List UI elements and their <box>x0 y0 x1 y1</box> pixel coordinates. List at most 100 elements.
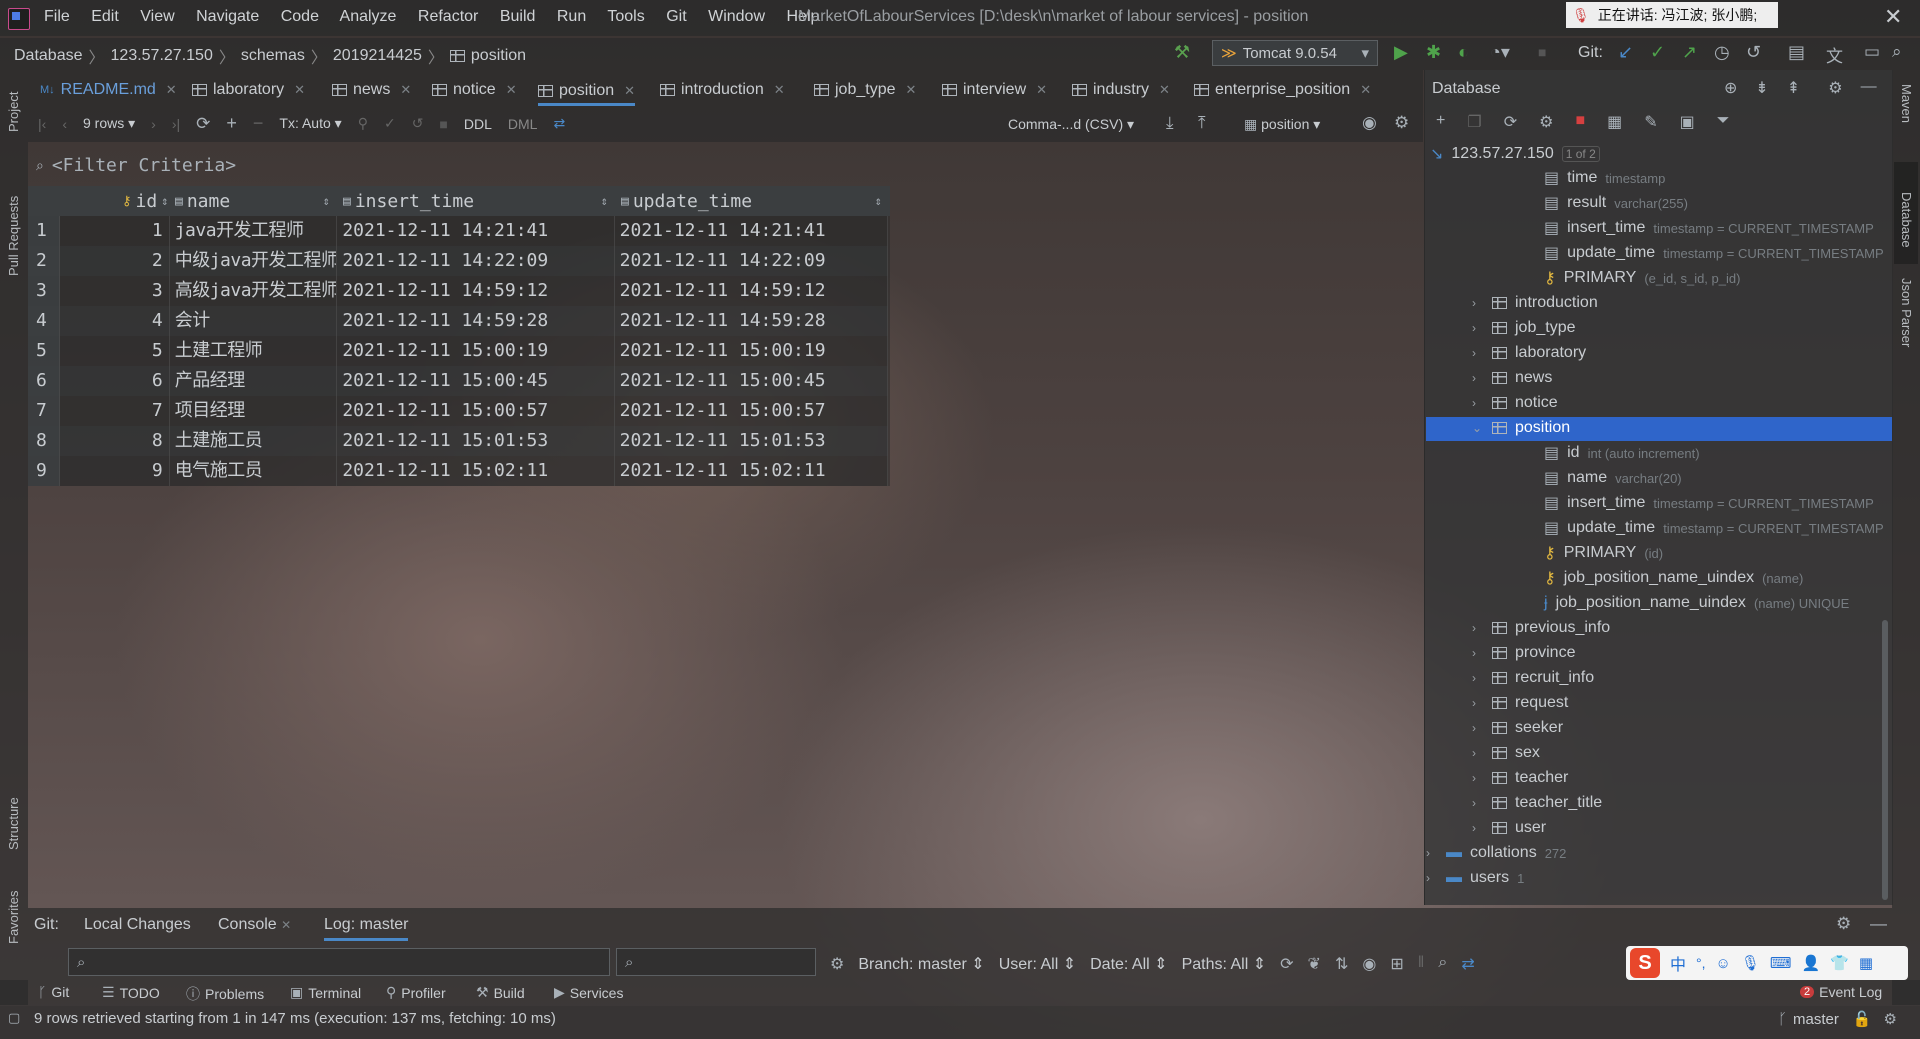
menu-window[interactable]: Window <box>708 8 765 25</box>
tree-item-laboratory[interactable]: › laboratory <box>1472 341 1594 365</box>
chevron-right-icon[interactable]: › <box>1426 871 1438 885</box>
sort-icon[interactable]: ⇕ <box>161 194 168 208</box>
add-datasource-icon[interactable]: + <box>1436 112 1445 132</box>
tab-industry[interactable]: industry ✕ <box>1072 79 1170 101</box>
database-tool-tab[interactable]: Database <box>1899 192 1914 248</box>
tab-enterprise-position[interactable]: enterprise_position ✕ <box>1194 79 1371 101</box>
close-icon[interactable]: ✕ <box>506 82 517 98</box>
tab-introduction[interactable]: introduction ✕ <box>660 79 785 101</box>
chevron-right-icon[interactable]: › <box>1472 621 1484 635</box>
close-icon[interactable]: ✕ <box>906 82 917 98</box>
tree-item-collations[interactable]: › ▬ collations 272 <box>1426 841 1566 865</box>
expand-all-icon[interactable]: ⇟ <box>1755 78 1768 98</box>
refresh-icon[interactable]: ⟳ <box>1504 112 1517 132</box>
cell-update-time[interactable]: 2021-12-11 15:02:11 <box>615 456 888 486</box>
git-search-input[interactable]: ⌕ <box>68 948 610 976</box>
tree-item-notice[interactable]: › notice <box>1472 391 1566 415</box>
refresh-icon[interactable]: ⟳ <box>196 114 210 134</box>
project-tool-tab[interactable]: Project <box>6 92 21 132</box>
status-git-branch[interactable]: ᚴ master 🔓 ⚙ <box>1778 1010 1897 1029</box>
user-icon[interactable]: 👤 <box>1802 954 1821 972</box>
date-filter[interactable]: Date: All ⇕ <box>1090 954 1167 974</box>
close-icon[interactable]: ✕ <box>1159 82 1170 98</box>
tool-button-services[interactable]: ▶ Services <box>554 984 623 1001</box>
next-page-icon[interactable]: › <box>151 116 156 132</box>
close-icon[interactable]: ✕ <box>281 918 291 932</box>
breadcrumb-host[interactable]: 123.57.27.150 <box>111 47 213 65</box>
git-history-icon[interactable]: ◷ <box>1714 42 1730 63</box>
build-hammer-icon[interactable]: ⚒ <box>1174 42 1190 63</box>
menu-navigate[interactable]: Navigate <box>196 8 259 25</box>
properties-icon[interactable]: ⚙ <box>1539 112 1553 132</box>
run-config-selector[interactable]: ≫ Tomcat 9.0.54 ▾ <box>1212 40 1378 66</box>
tree-item-job-position-name-uindex[interactable]: ɉ job_position_name_uindex (name) UNIQUE <box>1544 591 1849 615</box>
search-icon[interactable]: ⌕ <box>1438 954 1447 974</box>
user-filter[interactable]: User: All ⇕ <box>999 954 1076 974</box>
git-settings-icon[interactable]: ⚙ <box>830 954 844 974</box>
chevron-right-icon[interactable]: › <box>1472 371 1484 385</box>
eye-icon[interactable]: ◉ <box>1362 954 1376 974</box>
git-push-icon[interactable]: ↗ <box>1682 42 1697 63</box>
rollback-icon[interactable]: ↺ <box>412 115 424 132</box>
close-icon[interactable]: ✕ <box>1360 82 1371 98</box>
tree-item-update-time[interactable]: ▤ update_time timestamp = CURRENT_TIMESTAM… <box>1544 241 1884 265</box>
debug-icon[interactable]: ✱ <box>1426 42 1441 63</box>
cancel-query-icon[interactable]: ■ <box>439 116 447 132</box>
tab-job-type[interactable]: job_type ✕ <box>814 79 916 101</box>
cell-insert-time[interactable]: 2021-12-11 15:00:45 <box>337 366 615 396</box>
new-tab-icon[interactable]: ⊞ <box>1390 954 1403 974</box>
profile-icon[interactable]: ◔▾ <box>1490 42 1510 63</box>
cell-name[interactable]: 土建工程师 <box>170 336 338 366</box>
chevron-down-icon[interactable]: ⌄ <box>1472 421 1484 435</box>
ime-chinese-mode[interactable]: 中 <box>1670 951 1686 975</box>
search-icon[interactable]: ⌕ <box>1892 42 1902 62</box>
breadcrumb-table[interactable]: position <box>471 47 526 65</box>
tree-item-sex[interactable]: › sex <box>1472 741 1548 765</box>
sort-icon[interactable]: ⇕ <box>875 194 882 208</box>
translate-icon[interactable]: 文 <box>1826 42 1843 67</box>
keyboard-icon[interactable]: ⌨ <box>1770 954 1792 972</box>
table-row[interactable]: 7 7 项目经理 2021-12-11 15:00:57 2021-12-11 15:0… <box>28 396 888 426</box>
cell-insert-time[interactable]: 2021-12-11 15:02:11 <box>337 456 615 486</box>
tree-item-primary[interactable]: ⚷ PRIMARY (id) <box>1544 541 1663 565</box>
sort-icon[interactable]: ⇕ <box>323 194 330 208</box>
chevron-right-icon[interactable]: › <box>1472 671 1484 685</box>
tool-button-profiler[interactable]: ⚲ Profiler <box>386 984 446 1001</box>
cell-insert-time[interactable]: 2021-12-11 14:59:28 <box>337 306 615 336</box>
menu-view[interactable]: View <box>140 8 174 25</box>
tree-item-position[interactable]: ⌄ position <box>1472 416 1578 440</box>
cell-id[interactable]: 6 <box>60 366 170 396</box>
table-row[interactable]: 5 5 土建工程师 2021-12-11 15:00:19 2021-12-11 15:… <box>28 336 888 366</box>
tool-button-git[interactable]: ᚴ Git <box>38 984 69 1000</box>
menu-analyze[interactable]: Analyze <box>340 8 397 25</box>
close-icon[interactable]: ✕ <box>624 83 635 99</box>
tree-item-teacher-title[interactable]: › teacher_title <box>1472 791 1610 815</box>
chevron-right-icon[interactable]: › <box>1472 346 1484 360</box>
cherry-pick-icon[interactable]: ❦ <box>1308 954 1321 974</box>
refresh-icon[interactable]: ⟳ <box>1280 954 1293 974</box>
git-panel-settings-icon[interactable]: ⚙ <box>1836 914 1851 934</box>
cell-update-time[interactable]: 2021-12-11 14:21:41 <box>615 216 888 246</box>
close-icon[interactable]: ✕ <box>400 82 411 98</box>
upload-icon[interactable]: ⤒ <box>1198 113 1206 133</box>
tree-item-primary[interactable]: ⚷ PRIMARY (e_id, s_id, p_id) <box>1544 266 1740 290</box>
filter-icon[interactable]: ⏷ <box>1717 112 1730 132</box>
git-commit-icon[interactable]: ✓ <box>1650 42 1665 63</box>
table-row[interactable]: 1 1 java开发工程师 2021-12-11 14:21:41 2021-12-11… <box>28 216 888 246</box>
close-window-icon[interactable]: ✕ <box>1884 4 1902 30</box>
breadcrumb-database[interactable]: Database <box>14 47 83 65</box>
tool-button-todo[interactable]: ☰ TODO <box>102 984 160 1001</box>
project-structure-icon[interactable]: ▤ <box>1788 42 1805 63</box>
chevron-right-icon[interactable]: › <box>1472 821 1484 835</box>
cell-name[interactable]: 电气施工员 <box>170 456 338 486</box>
favorites-tool-tab[interactable]: Favorites <box>6 891 21 944</box>
chevron-right-icon[interactable]: › <box>1472 646 1484 660</box>
lock-icon[interactable]: 🔓 <box>1853 1010 1872 1028</box>
close-icon[interactable]: ✕ <box>294 82 305 98</box>
tree-item-introduction[interactable]: › introduction <box>1472 291 1606 315</box>
chevron-right-icon[interactable]: › <box>1472 696 1484 710</box>
diff-icon[interactable]: ⇄ <box>1461 954 1474 974</box>
view-icon[interactable]: ◉ <box>1362 113 1377 133</box>
menu-edit[interactable]: Edit <box>91 8 119 25</box>
tab-laboratory[interactable]: laboratory ✕ <box>192 79 305 101</box>
